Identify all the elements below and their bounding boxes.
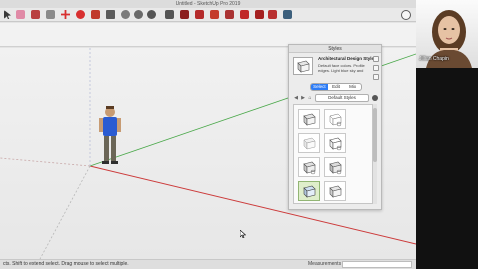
scale-figure (99, 106, 121, 164)
zoom-icon[interactable] (147, 10, 156, 19)
green-axis-negative (39, 165, 91, 259)
window-title: Untitled - SketchUp Pro 2019 (175, 1, 241, 7)
style-thumbnail[interactable] (324, 133, 346, 153)
styles-panel: Styles Architectural Design Style Defaul… (288, 44, 382, 210)
scrollbar-thumb[interactable] (373, 108, 377, 162)
status-text: cts. Shift to extend select. Drag mouse … (3, 261, 129, 267)
style-preview-thumbnail (293, 57, 313, 75)
paint-bucket-icon[interactable] (31, 10, 40, 19)
lock-icon[interactable] (373, 56, 379, 62)
style-name[interactable]: Architectural Design Style (318, 56, 374, 61)
zoom-window-icon[interactable] (165, 10, 174, 19)
3d-warehouse-icon[interactable] (180, 10, 189, 19)
style-thumbnail-selected[interactable] (298, 181, 320, 201)
create-style-icon[interactable] (373, 74, 379, 80)
gem-icon[interactable] (268, 10, 277, 19)
video-panel: Jillian Chapin (416, 0, 478, 269)
move-icon[interactable] (61, 10, 70, 19)
sketchup-window: Untitled - SketchUp Pro 2019 cts. Shift … (0, 0, 416, 269)
measurements-label: Measurements (308, 261, 342, 267)
tab-edit[interactable]: Edit (328, 84, 345, 90)
mouse-cursor (240, 230, 246, 238)
collection-nav: ◀ ▶ ⌂ Default Styles (293, 94, 379, 102)
back-arrow-icon[interactable]: ◀ (293, 95, 299, 101)
panel-title: Styles (289, 45, 381, 53)
tab-select[interactable]: Select (311, 84, 328, 90)
collection-select[interactable]: Default Styles (315, 94, 369, 102)
style-thumbnail[interactable] (298, 133, 320, 153)
layout-icon[interactable] (210, 10, 219, 19)
select-icon[interactable] (4, 10, 11, 19)
title-bar: Untitled - SketchUp Pro 2019 (0, 0, 416, 8)
styles-tabs: Select Edit Mix (310, 83, 362, 91)
measurements-field[interactable] (342, 261, 412, 268)
participant-name: Jillian Chapin (419, 56, 449, 62)
style-thumbnail[interactable] (324, 109, 346, 129)
orbit-icon[interactable] (121, 10, 130, 19)
participant-video: Jillian Chapin (416, 0, 478, 68)
push-pull-icon[interactable] (46, 10, 55, 19)
instructor-icon[interactable] (283, 10, 292, 19)
pan-icon[interactable] (134, 10, 143, 19)
send-to-layout-icon[interactable] (225, 10, 234, 19)
style-description[interactable]: Default face colors. Profile edges. Ligh… (318, 63, 370, 73)
style-thumbnail[interactable] (298, 157, 320, 177)
profile-icon[interactable] (401, 10, 411, 20)
tape-measure-icon[interactable] (106, 10, 115, 19)
thumbnails-scrollbar[interactable] (373, 104, 377, 204)
ruby-console-icon[interactable] (255, 10, 264, 19)
style-thumbnail[interactable] (324, 157, 346, 177)
extension-warehouse-icon[interactable] (195, 10, 204, 19)
style-thumbnails-grid (293, 104, 373, 204)
eraser-icon[interactable] (16, 10, 25, 19)
main-toolbar (0, 8, 416, 22)
style-thumbnail[interactable] (324, 181, 346, 201)
details-icon[interactable] (372, 95, 378, 101)
status-bar: cts. Shift to extend select. Drag mouse … (0, 259, 416, 269)
home-icon[interactable]: ⌂ (307, 95, 313, 101)
forward-arrow-icon[interactable]: ▶ (300, 95, 306, 101)
update-style-icon[interactable] (373, 65, 379, 71)
style-thumbnail[interactable] (298, 109, 320, 129)
rotate-icon[interactable] (76, 10, 85, 19)
tab-mix[interactable]: Mix (344, 84, 361, 90)
red-axis-negative (0, 157, 91, 167)
scale-icon[interactable] (91, 10, 100, 19)
extension-manager-icon[interactable] (240, 10, 249, 19)
